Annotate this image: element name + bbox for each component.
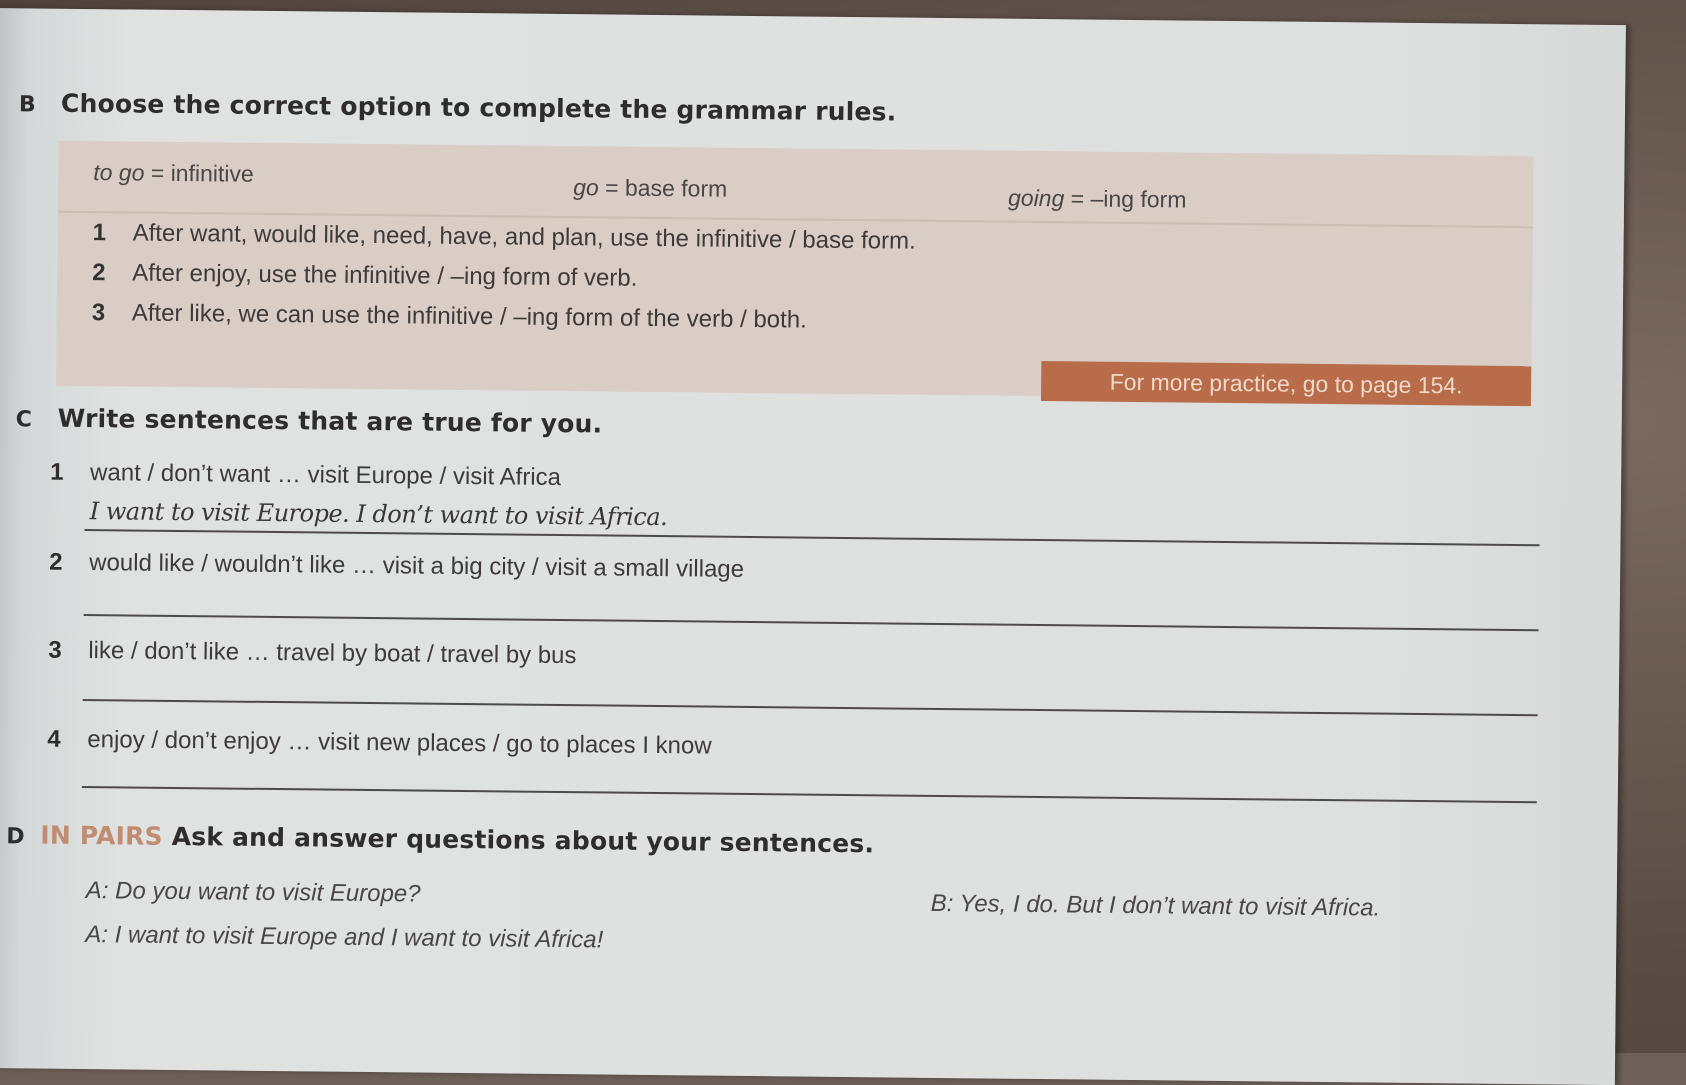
answer-line[interactable] bbox=[82, 699, 1538, 717]
section-c-heading: C Write sentences that are true for you. bbox=[15, 403, 603, 439]
prompt-text: enjoy / don’t enjoy … visit new places /… bbox=[87, 726, 712, 760]
item-number: 3 bbox=[48, 636, 62, 664]
definition-meaning: –ing form bbox=[1090, 185, 1187, 213]
exercise-prompt: 3 like / don’t like … travel by boat / tr… bbox=[48, 637, 576, 671]
rule-text[interactable]: After like, we can use the infinitive / … bbox=[132, 300, 807, 334]
dialogue-line: A: I want to visit Europe and I want to … bbox=[85, 921, 604, 954]
answer-line[interactable] bbox=[83, 614, 1539, 632]
section-c-letter: C bbox=[15, 407, 33, 433]
section-b-letter: B bbox=[18, 92, 37, 118]
definition-meaning: infinitive bbox=[170, 159, 254, 187]
grammar-rule[interactable]: 2 After enjoy, use the infinitive / –ing … bbox=[92, 259, 637, 293]
section-d-instruction: Ask and answer questions about your sent… bbox=[171, 821, 875, 859]
grammar-rule[interactable]: 1 After want, would like, need, have, and… bbox=[93, 219, 916, 256]
section-b-instruction: Choose the correct option to complete th… bbox=[60, 88, 897, 127]
in-pairs-tag: IN PAIRS bbox=[40, 820, 163, 851]
definition-ing-form: going = –ing form bbox=[1008, 185, 1187, 214]
textbook-page: B Choose the correct option to complete t… bbox=[0, 8, 1626, 1085]
item-number: 1 bbox=[50, 458, 64, 486]
definition-term: go bbox=[573, 174, 599, 201]
grammar-definitions: to go = infinitive go = base form going … bbox=[57, 140, 1534, 229]
rule-text[interactable]: After want, would like, need, have, and … bbox=[133, 220, 916, 255]
item-number: 2 bbox=[49, 548, 63, 576]
section-d-heading: D IN PAIRS Ask and answer questions about… bbox=[6, 820, 875, 859]
definition-term: to go bbox=[93, 159, 145, 186]
definition-sep: = bbox=[598, 174, 626, 201]
definition-meaning: base form bbox=[624, 174, 728, 202]
prompt-text: would like / wouldn’t like … visit a big… bbox=[89, 549, 745, 583]
answer-line[interactable] bbox=[84, 529, 1540, 547]
definition-infinitive: to go = infinitive bbox=[93, 159, 254, 188]
dialogue-line: B: Yes, I do. But I don’t want to visit … bbox=[930, 889, 1381, 922]
item-number: 4 bbox=[47, 725, 61, 753]
dialogue-line: A: Do you want to visit Europe? bbox=[85, 877, 421, 908]
exercise-prompt: 2 would like / wouldn’t like … visit a bi… bbox=[49, 549, 744, 584]
answer-line[interactable] bbox=[81, 786, 1537, 804]
grammar-rules-box: to go = infinitive go = base form going … bbox=[56, 140, 1534, 407]
more-practice-link[interactable]: For more practice, go to page 154. bbox=[1040, 361, 1532, 407]
exercise-prompt: 4 enjoy / don’t enjoy … visit new places … bbox=[47, 726, 712, 761]
definition-base-form: go = base form bbox=[573, 174, 727, 203]
definition-sep: = bbox=[144, 159, 171, 186]
handwritten-answer: I want to visit Europe. I don’t want to … bbox=[89, 497, 668, 532]
rule-number: 3 bbox=[91, 299, 106, 327]
section-c-instruction: Write sentences that are true for you. bbox=[57, 403, 603, 439]
rule-text[interactable]: After enjoy, use the infinitive / –ing f… bbox=[132, 260, 637, 292]
definition-term: going bbox=[1007, 184, 1065, 212]
rule-number: 2 bbox=[92, 259, 106, 287]
rule-number: 1 bbox=[92, 219, 107, 247]
prompt-text: want / don’t want … visit Europe / visit… bbox=[89, 459, 562, 492]
definition-sep: = bbox=[1064, 185, 1091, 212]
exercise-prompt: 1 want / don’t want … visit Europe / visi… bbox=[50, 459, 561, 492]
grammar-rule[interactable]: 3 After like, we can use the infinitive /… bbox=[92, 299, 807, 334]
section-b-heading: B Choose the correct option to complete t… bbox=[18, 88, 897, 127]
section-d-letter: D bbox=[6, 824, 25, 850]
prompt-text: like / don’t like … travel by boat / tra… bbox=[88, 637, 577, 670]
